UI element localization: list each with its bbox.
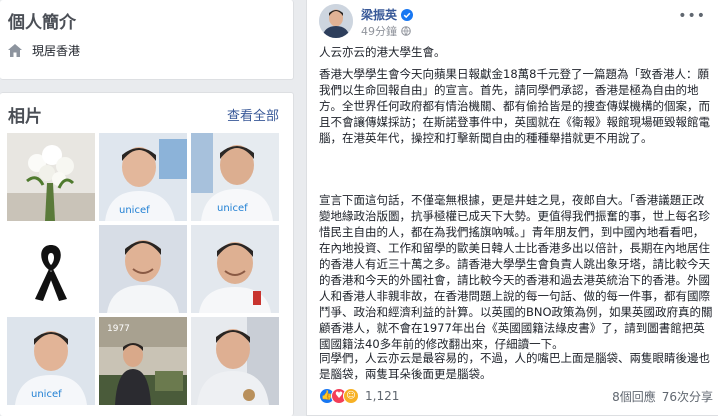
unicef-portrait-photo[interactable]: unicef [99, 133, 187, 221]
avatar[interactable] [319, 4, 353, 38]
flowers-photo[interactable] [7, 133, 95, 221]
comments-count[interactable]: 8個回應 [612, 388, 656, 405]
home-icon [8, 44, 22, 57]
author-row: 梁振英 [361, 6, 414, 23]
shares-count[interactable]: 76次分享 [662, 388, 713, 405]
post-time[interactable]: 49分鐘 [361, 23, 397, 39]
post-paragraph: 宣言下面這句話，不僅毫無根據，更是井蛙之見，夜郎自大。「香港議題正改變地緣政治版… [319, 193, 713, 351]
location-row: 現居香港 [8, 42, 80, 59]
post-card: 梁振英 49分鐘 ••• 人云亦云的港大學生會。 香港大學學生會今天向蘋果日報獻… [306, 0, 718, 416]
author-name[interactable]: 梁振英 [361, 6, 397, 23]
location-text: 現居香港 [32, 44, 81, 58]
svg-text:unicef: unicef [31, 389, 62, 400]
globe-icon [401, 26, 411, 36]
unicef-portrait-photo[interactable]: unicef [7, 317, 95, 405]
left-column: 個人簡介 現居香港 相片 查看全部 unicef unicef unicef 1… [0, 0, 300, 416]
post-meta: 49分鐘 [361, 23, 411, 39]
portrait-photo[interactable] [191, 317, 279, 405]
post-paragraph: 同學們，人云亦云是最容易的，不過，人的嘴巴上面是腦袋、兩隻眼睛後邊也是腦袋，兩隻… [319, 351, 710, 381]
photos-title: 相片 [8, 107, 42, 127]
black-ribbon-photo[interactable] [7, 225, 95, 313]
svg-text:unicef: unicef [217, 203, 248, 214]
reactions-count[interactable]: 1,121 [365, 389, 399, 403]
more-options-icon[interactable]: ••• [678, 8, 706, 24]
intro-card: 個人簡介 現居香港 [0, 0, 294, 80]
post-paragraph: 人云亦云的港大學生會。 [319, 45, 446, 59]
photo-grid: unicef unicef unicef 1977 [7, 133, 279, 405]
intro-title: 個人簡介 [8, 13, 76, 33]
svg-text:1977: 1977 [107, 324, 130, 334]
see-all-link[interactable]: 查看全部 [227, 105, 279, 124]
post-footer: 👍 ♥ ☺ 1,121 8個回應 76次分享 [319, 386, 713, 406]
unicef-portrait-photo[interactable]: unicef [191, 133, 279, 221]
engagement-stats: 8個回應 76次分享 [612, 388, 713, 405]
portrait-photo[interactable] [99, 225, 187, 313]
portrait-photo[interactable] [191, 225, 279, 313]
verified-badge-icon [401, 8, 414, 21]
svg-text:unicef: unicef [119, 205, 150, 216]
post-paragraph: 香港大學學生會今天向蘋果日報獻金18萬8千元登了一篇題為「致香港人：願我們以生命… [319, 67, 710, 145]
haha-reaction-icon[interactable]: ☺ [343, 388, 359, 404]
office-photo[interactable]: 1977 [99, 317, 187, 405]
photos-card: 相片 查看全部 unicef unicef unicef 1977 [0, 92, 294, 416]
